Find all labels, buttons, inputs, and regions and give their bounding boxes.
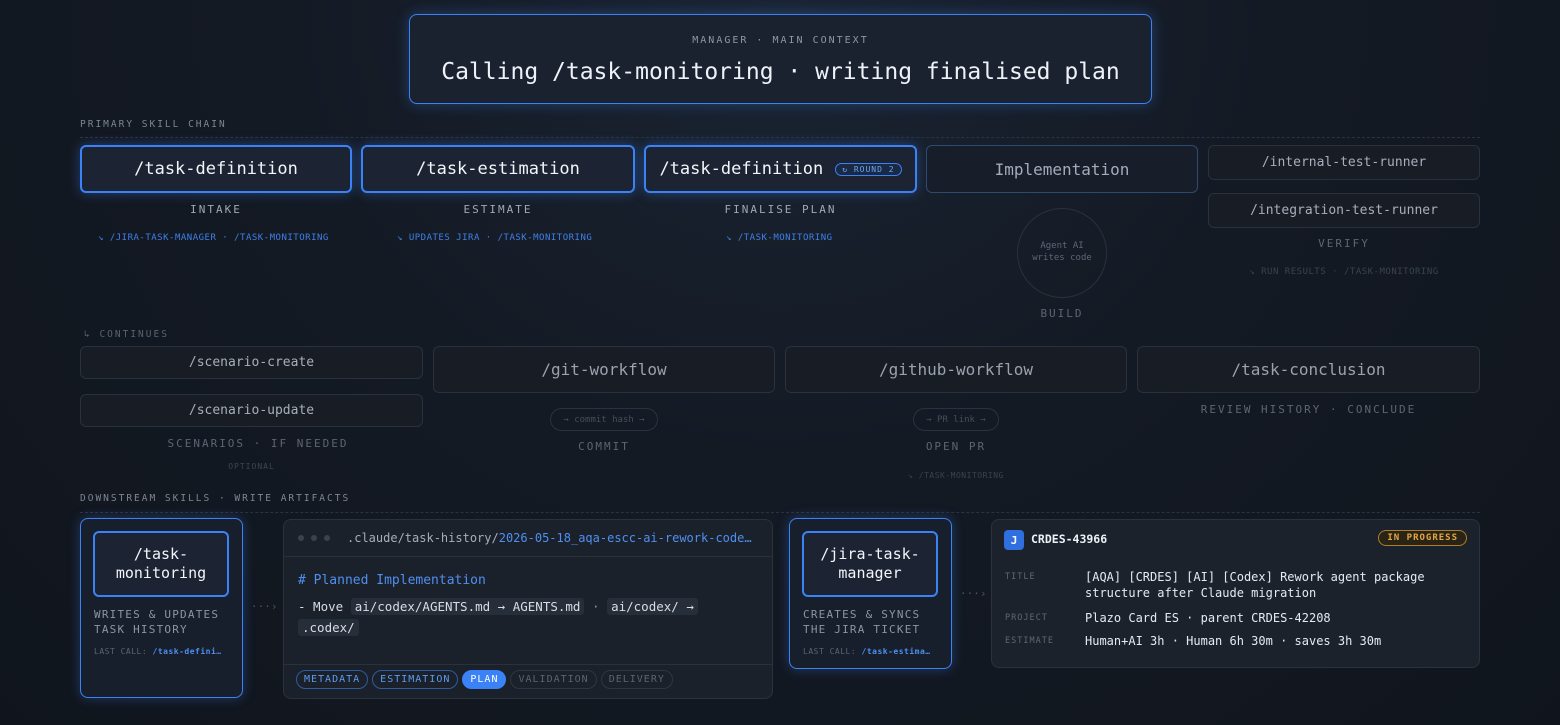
agent-ai-circle: Agent AI writes code	[1017, 208, 1107, 298]
skill-task-conclusion[interactable]: /task-conclusion	[1137, 346, 1480, 393]
window-dot	[324, 535, 330, 541]
code-span: ai/codex/ →	[607, 598, 698, 615]
ticket-project: Plazo Card ES · parent CRDES-42208	[1085, 611, 1331, 625]
markdown-heading: # Planned Implementation	[298, 573, 486, 588]
manager-context-box: MANAGER · MAIN CONTEXT Calling /task-mon…	[409, 14, 1152, 104]
downstream-label: DOWNSTREAM SKILLS · WRITE ARTIFACTS	[80, 493, 351, 504]
file-content: # Planned Implementation - Move ai/codex…	[284, 557, 772, 665]
manager-label: MANAGER · MAIN CONTEXT	[692, 35, 869, 46]
skill-label: /task-estimation	[416, 159, 580, 179]
skill-task-definition-round2[interactable]: /task-definition ↻ ROUND 2	[644, 145, 917, 193]
file-title-bar: .claude/task-history/2026-05-18_aqa-escc…	[284, 520, 772, 557]
circle-line-1: Agent AI	[1040, 241, 1084, 252]
skill-internal-test-runner[interactable]: /internal-test-runner	[1208, 145, 1480, 180]
skill-scenario-create[interactable]: /scenario-create	[80, 346, 423, 379]
skill-label: /scenario-create	[188, 355, 315, 370]
arrow-to-file: ···›	[251, 600, 278, 613]
skill-label: /github-workflow	[878, 360, 1034, 379]
skill-label: Implementation	[994, 159, 1130, 179]
manager-title: Calling /task-monitoring · writing final…	[441, 59, 1120, 85]
downstream-divider	[80, 512, 1480, 513]
skill-label: /scenario-update	[188, 403, 315, 418]
task-history-file-panel: .claude/task-history/2026-05-18_aqa-escc…	[283, 519, 773, 699]
stage-build: BUILD	[1040, 307, 1084, 320]
task-monitoring-skill[interactable]: /task- monitoring	[93, 531, 229, 597]
skill-task-estimation[interactable]: /task-estimation	[361, 145, 635, 193]
last-call-value: /task-estima…	[861, 647, 931, 656]
stage-finalise-plan: FINALISE PLAN	[724, 203, 837, 216]
skill-label: /internal-test-runner	[1261, 155, 1427, 170]
stage-commit: COMMIT	[578, 440, 630, 453]
skill-task-definition[interactable]: /task-definition	[80, 145, 352, 193]
code-span: ai/codex/AGENTS.md → AGENTS.md	[350, 598, 585, 615]
section-tabs: METADATA ESTIMATION PLAN VALIDATION DELI…	[284, 665, 772, 689]
jira-task-manager-desc: CREATES & SYNCS THE JIRA TICKET	[803, 608, 921, 636]
file-path-prefix: .claude/task-history/	[347, 531, 499, 545]
skill-github-workflow[interactable]: /github-workflow	[785, 346, 1127, 393]
skill-label: /task-definition	[659, 159, 824, 179]
stage-sub-intake: ↘ /JIRA-TASK-MANAGER · /TASK-MONITORING	[98, 233, 329, 243]
ticket-estimate: Human+AI 3h · Human 6h 30m · saves 3h 30…	[1085, 634, 1382, 648]
code-span: .codex/	[298, 619, 359, 636]
stage-verify: VERIFY	[1318, 237, 1370, 250]
skill-label: /task-definition	[134, 159, 298, 179]
stage-intake: INTAKE	[190, 203, 242, 216]
skill-label: /task-conclusion	[1231, 360, 1386, 379]
stage-scenarios: SCENARIOS · IF NEEDED	[167, 437, 349, 450]
jira-ticket-card[interactable]: J CRDES-43966 IN PROGRESS TITLE [AQA] [C…	[991, 519, 1480, 668]
skill-integration-test-runner[interactable]: /integration-test-runner	[1208, 193, 1480, 228]
skill-implementation[interactable]: Implementation	[926, 145, 1198, 193]
task-monitoring-desc: WRITES & UPDATES TASK HISTORY	[94, 608, 220, 636]
tab-delivery[interactable]: DELIVERY	[600, 670, 673, 689]
tab-plan[interactable]: PLAN	[462, 670, 507, 689]
skill-label: /integration-test-runner	[1250, 203, 1438, 218]
line-prefix: - Move	[298, 599, 344, 614]
window-dot	[311, 535, 317, 541]
stage-sub-estimate: ↘ UPDATES JIRA · /TASK-MONITORING	[397, 233, 593, 243]
continues-label: ↳ CONTINUES	[84, 329, 169, 340]
stage-sub-optional: OPTIONAL	[228, 462, 275, 471]
round-badge: ↻ ROUND 2	[835, 162, 902, 176]
skill-label: /git-workflow	[541, 360, 667, 379]
pr-link-pill: → PR link →	[913, 408, 999, 431]
arrow-to-ticket: ···›	[960, 587, 987, 600]
commit-hash-pill: → commit hash →	[550, 408, 658, 431]
primary-divider	[80, 137, 1480, 138]
jira-logo-icon: J	[1004, 530, 1024, 550]
status-badge: IN PROGRESS	[1378, 530, 1467, 546]
ticket-key[interactable]: CRDES-43966	[1031, 532, 1107, 546]
file-path-name: 2026-05-18_aqa-escc-ai-rework-code…	[498, 531, 752, 545]
markdown-line: - Move ai/codex/AGENTS.md → AGENTS.md · …	[298, 596, 758, 638]
skill-scenario-update[interactable]: /scenario-update	[80, 394, 423, 427]
stage-estimate: ESTIMATE	[463, 203, 533, 216]
stage-sub-open-pr: ↘ /TASK-MONITORING	[908, 471, 1004, 480]
project-label: PROJECT	[1005, 613, 1048, 623]
last-call-prefix: LAST CALL:	[94, 647, 148, 656]
jira-task-manager-card[interactable]: /jira-task- manager CREATES & SYNCS THE …	[789, 518, 952, 669]
jira-task-manager-skill[interactable]: /jira-task- manager	[802, 531, 938, 597]
tab-metadata[interactable]: METADATA	[296, 670, 369, 689]
jira-task-manager-last-call: LAST CALL: /task-estima…	[803, 647, 931, 656]
primary-chain-label: PRIMARY SKILL CHAIN	[80, 119, 227, 130]
skill-git-workflow[interactable]: /git-workflow	[433, 346, 775, 393]
task-monitoring-card[interactable]: /task- monitoring WRITES & UPDATES TASK …	[80, 518, 243, 698]
separator: ·	[592, 599, 600, 614]
stage-open-pr: OPEN PR	[925, 440, 987, 453]
window-dot	[298, 535, 304, 541]
stage-sub-verify: ↘ RUN RESULTS · /TASK-MONITORING	[1249, 267, 1439, 277]
tab-validation[interactable]: VALIDATION	[510, 670, 597, 689]
title-label: TITLE	[1005, 572, 1036, 582]
ticket-title: [AQA] [CRDES] [AI] [Codex] Rework agent …	[1085, 570, 1425, 600]
last-call-value: /task-defini…	[152, 647, 222, 656]
stage-conclude: REVIEW HISTORY · CONCLUDE	[1200, 403, 1417, 416]
task-monitoring-last-call: LAST CALL: /task-defini…	[94, 647, 222, 656]
circle-line-2: writes code	[1032, 253, 1092, 263]
stage-sub-finalise: ↘ /TASK-MONITORING	[726, 233, 833, 243]
tab-estimation[interactable]: ESTIMATION	[372, 670, 459, 689]
file-path: .claude/task-history/2026-05-18_aqa-escc…	[347, 531, 752, 545]
last-call-prefix: LAST CALL:	[803, 647, 857, 656]
estimate-label: ESTIMATE	[1005, 636, 1054, 646]
